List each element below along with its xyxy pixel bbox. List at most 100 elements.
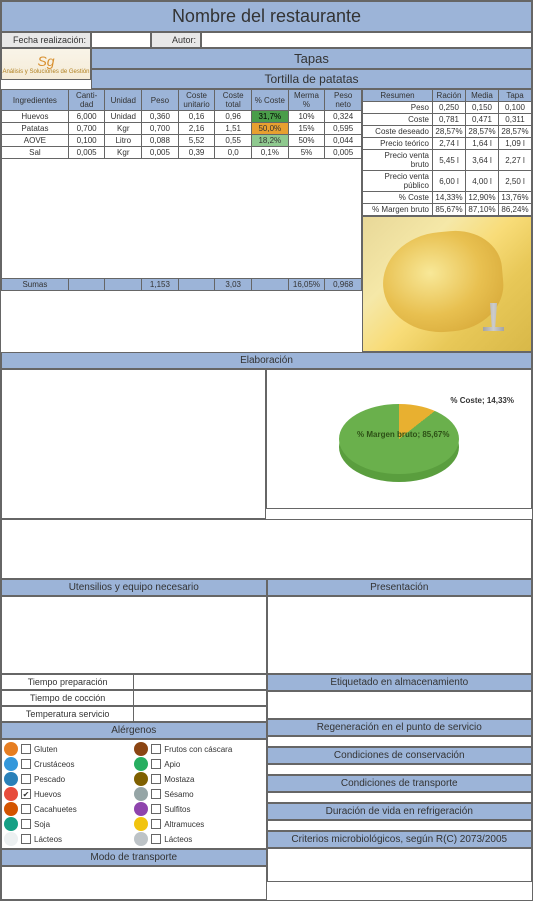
allergen-label: Huevos [34, 790, 61, 799]
utensilios-box[interactable] [1, 596, 267, 674]
resumen-row: Peso0,2500,1500,100 [363, 102, 532, 114]
allergen-icon [4, 802, 18, 816]
sumas-pn: 0,968 [325, 279, 362, 291]
allergen-icon [134, 742, 148, 756]
allergen-checkbox[interactable] [151, 804, 161, 814]
allergen-label: Altramuces [164, 820, 204, 829]
allergen-checkbox[interactable] [151, 834, 161, 844]
allergen-item: Lácteos [134, 832, 263, 846]
allergen-checkbox[interactable] [151, 789, 161, 799]
sumas-label: Sumas [2, 279, 69, 291]
temp-serv-val[interactable] [134, 707, 265, 721]
logo: Sg Análisis y Soluciones de Gestión [1, 48, 91, 80]
elaboracion-header: Elaboración [1, 352, 532, 369]
allergen-label: Sésamo [164, 790, 193, 799]
dish-photo [362, 216, 532, 352]
allergen-item: Frutos con cáscara [134, 742, 263, 756]
allergen-icon [4, 832, 18, 846]
allergen-checkbox[interactable] [21, 834, 31, 844]
tiempo-prep-label: Tiempo preparación [2, 675, 134, 689]
allergen-checkbox[interactable] [151, 774, 161, 784]
allergen-item: Apio [134, 757, 263, 771]
recipe-sheet: Nombre del restaurante Fecha realización… [0, 0, 533, 901]
allergen-checkbox[interactable] [21, 759, 31, 769]
allergen-item: Pescado [4, 772, 133, 786]
ingredient-row: Sal0,005Kgr0,0050,390,00,1%5%0,005 [2, 147, 362, 159]
allergen-label: Mostaza [164, 775, 194, 784]
allergen-item: Soja [4, 817, 133, 831]
allergen-icon [134, 772, 148, 786]
th-racion: Ración [433, 90, 466, 102]
fecha-value[interactable] [91, 32, 151, 48]
th-media: Media [466, 90, 499, 102]
th-resumen: Resumen [363, 90, 433, 102]
allergen-item: Altramuces [134, 817, 263, 831]
alergenos-header: Alérgenos [1, 722, 267, 739]
elaboracion-text[interactable] [1, 369, 266, 519]
ingredients-table: Ingredientes Canti- dad Unidad Peso Cost… [1, 89, 362, 291]
etiquetado-box[interactable] [267, 691, 533, 719]
allergen-grid: Gluten Frutos con cáscara Crustáceos Apio Pe… [1, 739, 267, 849]
conservacion-box[interactable] [267, 764, 533, 775]
allergen-item: Crustáceos [4, 757, 133, 771]
allergen-checkbox[interactable] [151, 759, 161, 769]
ingredient-row: Patatas0,700Kgr0,7002,161,5150,0%15%0,59… [2, 123, 362, 135]
th-coste-t: Coste total [215, 90, 252, 111]
presentacion-header: Presentación [267, 579, 533, 596]
th-tapa: Tapa [499, 90, 532, 102]
resumen-row: Precio teórico2,74 l1,64 l1,09 l [363, 138, 532, 150]
allergen-item: Sulfitos [134, 802, 263, 816]
allergen-checkbox[interactable] [151, 744, 161, 754]
allergen-checkbox[interactable] [21, 804, 31, 814]
allergen-checkbox[interactable] [151, 819, 161, 829]
presentacion-box[interactable] [267, 596, 533, 674]
sumas-ct: 3,03 [215, 279, 252, 291]
th-pct-coste: % Coste [252, 90, 289, 111]
allergen-item: Lácteos [4, 832, 133, 846]
th-cantidad: Canti- dad [68, 90, 105, 111]
pie-chart: % Coste; 14,33% % Margen bruto; 85,67% [266, 369, 532, 509]
th-ingredientes: Ingredientes [2, 90, 69, 111]
resumen-table: Resumen Ración Media Tapa Peso0,2500,150… [362, 89, 532, 216]
tiempo-coc-val[interactable] [134, 691, 265, 705]
allergen-item: ✔Huevos [4, 787, 133, 801]
tiempo-coc-label: Tiempo de cocción [2, 691, 134, 705]
fecha-label: Fecha realización: [1, 32, 91, 48]
tiempo-prep-val[interactable] [134, 675, 265, 689]
resumen-row: Coste deseado28,57%28,57%28,57% [363, 126, 532, 138]
duracion-box[interactable] [267, 820, 533, 831]
allergen-icon [134, 817, 148, 831]
criterios-box[interactable] [267, 848, 533, 882]
resumen-row: Precio venta público6,00 l4,00 l2,50 l [363, 171, 532, 192]
cond-transporte-box[interactable] [267, 792, 533, 803]
resumen-row: Coste0,7810,4710,311 [363, 114, 532, 126]
dish-name: Tortilla de patatas [91, 69, 532, 89]
allergen-checkbox[interactable] [21, 744, 31, 754]
allergen-icon [4, 772, 18, 786]
allergen-checkbox[interactable]: ✔ [21, 789, 31, 799]
autor-label: Autor: [151, 32, 201, 48]
restaurant-title: Nombre del restaurante [1, 1, 532, 32]
elaboracion-extra[interactable] [1, 519, 532, 579]
th-coste-u: Coste unitario [178, 90, 215, 111]
allergen-icon [134, 802, 148, 816]
allergen-icon [4, 817, 18, 831]
allergen-label: Apio [164, 760, 180, 769]
resumen-row: % Coste14,33%12,90%13,76% [363, 192, 532, 204]
modo-transporte-box[interactable] [1, 866, 267, 900]
allergen-checkbox[interactable] [21, 819, 31, 829]
autor-value[interactable] [201, 32, 532, 48]
conservacion-header: Condiciones de conservación [267, 747, 533, 764]
pie-label-margen: % Margen bruto; 85,67% [357, 430, 449, 439]
allergen-label: Crustáceos [34, 760, 74, 769]
allergen-label: Lácteos [34, 835, 62, 844]
temp-serv-label: Temperatura servicio [2, 707, 134, 721]
allergen-label: Soja [34, 820, 50, 829]
meta-row: Fecha realización: Autor: [1, 32, 532, 48]
criterios-header: Criterios microbiológicos, según R(C) 20… [267, 831, 533, 848]
allergen-checkbox[interactable] [21, 774, 31, 784]
sumas-merma: 16,05% [288, 279, 325, 291]
regeneracion-box[interactable] [267, 736, 533, 747]
allergen-label: Gluten [34, 745, 58, 754]
resumen-row: % Margen bruto85,67%87,10%86,24% [363, 204, 532, 216]
